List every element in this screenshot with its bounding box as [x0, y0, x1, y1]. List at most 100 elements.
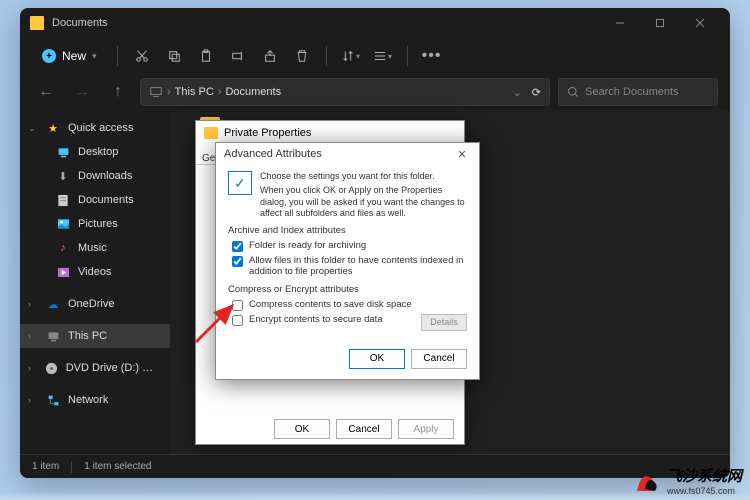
sidebar-thispc[interactable]: › This PC: [20, 324, 170, 348]
sort-icon[interactable]: ▾: [337, 42, 365, 70]
sidebar-item-documents[interactable]: Documents: [20, 188, 170, 212]
sidebar-item-label: Videos: [78, 266, 111, 278]
sidebar-item-pictures[interactable]: Pictures: [20, 212, 170, 236]
sidebar-item-label: Downloads: [78, 170, 132, 182]
desktop-icon: [56, 145, 70, 159]
advanced-title: Advanced Attributes: [224, 148, 322, 160]
sidebar-item-label: OneDrive: [68, 298, 114, 310]
search-input[interactable]: Search Documents: [558, 78, 718, 106]
maximize-button[interactable]: [640, 9, 680, 37]
compress-checkbox[interactable]: Compress contents to save disk space: [232, 299, 467, 311]
addressbar-row: ← → ↑ › This PC › Documents ⌄ ⟳ Search D…: [20, 74, 730, 110]
advanced-buttons: OK Cancel: [216, 343, 479, 379]
sidebar-item-label: DVD Drive (D:) ESD-I: [66, 362, 158, 374]
ok-button[interactable]: OK: [274, 419, 330, 439]
copy-icon[interactable]: [160, 42, 188, 70]
new-button[interactable]: + New ▾: [32, 44, 107, 68]
sidebar-dvd[interactable]: › DVD Drive (D:) ESD-I: [20, 356, 170, 380]
search-placeholder: Search Documents: [585, 86, 679, 98]
advanced-body: ✓ Choose the settings you want for this …: [216, 165, 479, 343]
intro-line2: When you click OK or Apply on the Proper…: [260, 185, 467, 219]
sidebar-network[interactable]: › Network: [20, 388, 170, 412]
expand-icon: ›: [28, 363, 37, 373]
refresh-icon[interactable]: ⟳: [532, 86, 541, 99]
statusbar: 1 item 1 item selected: [20, 454, 730, 478]
breadcrumb-seg[interactable]: Documents: [225, 86, 281, 98]
sidebar-item-downloads[interactable]: ⬇ Downloads: [20, 164, 170, 188]
sidebar-item-videos[interactable]: Videos: [20, 260, 170, 284]
section-title: Compress or Encrypt attributes: [228, 284, 467, 295]
cloud-icon: ☁: [46, 297, 60, 311]
paste-icon[interactable]: [192, 42, 220, 70]
status-selected: 1 item selected: [84, 461, 151, 472]
expand-icon: ›: [28, 299, 38, 309]
breadcrumb-seg[interactable]: This PC: [175, 86, 214, 98]
more-icon[interactable]: •••: [418, 42, 446, 70]
apply-button[interactable]: Apply: [398, 419, 454, 439]
chevron-down-icon: ▾: [92, 51, 97, 62]
folder-icon: [30, 16, 44, 30]
cancel-button[interactable]: Cancel: [411, 349, 467, 369]
forward-button[interactable]: →: [68, 78, 96, 106]
watermark-name: 飞沙系统网: [667, 465, 742, 486]
index-checkbox[interactable]: Allow files in this folder to have conte…: [232, 255, 467, 278]
sidebar-quick-access[interactable]: ⌄ ★ Quick access: [20, 116, 170, 140]
archive-checkbox[interactable]: Folder is ready for archiving: [232, 240, 467, 252]
watermark: 飞沙系统网 www.fs0745.com: [633, 465, 742, 496]
checkbox-input[interactable]: [232, 241, 243, 252]
chevron-icon: ›: [167, 86, 171, 98]
dropdown-icon[interactable]: ⌄: [513, 86, 522, 99]
checkbox-input[interactable]: [232, 315, 243, 326]
up-button[interactable]: ↑: [104, 78, 132, 106]
cut-icon[interactable]: [128, 42, 156, 70]
collapse-icon: ⌄: [28, 123, 38, 134]
downloads-icon: ⬇: [56, 169, 70, 183]
cancel-button[interactable]: Cancel: [336, 419, 392, 439]
close-button[interactable]: [680, 9, 720, 37]
advanced-intro: ✓ Choose the settings you want for this …: [228, 171, 467, 219]
sidebar: ⌄ ★ Quick access Desktop ⬇ Downloads Docu…: [20, 110, 170, 454]
sidebar-item-music[interactable]: ♪Music: [20, 236, 170, 260]
encrypt-checkbox[interactable]: Encrypt contents to secure dataDetails: [232, 314, 467, 331]
sidebar-item-label: Quick access: [68, 122, 133, 134]
watermark-logo: [633, 467, 661, 495]
videos-icon: [56, 265, 70, 279]
sidebar-item-label: This PC: [68, 330, 107, 342]
new-label: New: [62, 49, 86, 63]
archive-section: Archive and Index attributes Folder is r…: [228, 225, 467, 278]
window-title: Documents: [52, 17, 108, 29]
compress-encrypt-section: Compress or Encrypt attributes Compress …: [228, 284, 467, 331]
pc-icon: [149, 85, 163, 99]
minimize-button[interactable]: [600, 9, 640, 37]
back-button[interactable]: ←: [32, 78, 60, 106]
sidebar-item-label: Music: [78, 242, 107, 254]
checkbox-input[interactable]: [232, 256, 243, 267]
details-button[interactable]: Details: [421, 314, 467, 331]
sidebar-onedrive[interactable]: › ☁ OneDrive: [20, 292, 170, 316]
sidebar-item-label: Pictures: [78, 218, 118, 230]
delete-icon[interactable]: [288, 42, 316, 70]
sidebar-item-label: Network: [68, 394, 108, 406]
properties-buttons: OK Cancel Apply: [196, 414, 464, 444]
rename-icon[interactable]: [224, 42, 252, 70]
chevron-icon: ›: [218, 86, 222, 98]
view-icon[interactable]: ▾: [369, 42, 397, 70]
close-button[interactable]: ✕: [453, 145, 471, 163]
checkbox-input[interactable]: [232, 300, 243, 311]
advanced-attributes-dialog: Advanced Attributes ✕ ✓ Choose the setti…: [215, 142, 480, 380]
expand-icon: ›: [28, 395, 38, 405]
section-title: Archive and Index attributes: [228, 225, 467, 236]
disc-icon: [45, 361, 58, 375]
plus-icon: +: [42, 49, 56, 63]
properties-title: Private Properties: [224, 127, 311, 139]
sidebar-item-desktop[interactable]: Desktop: [20, 140, 170, 164]
expand-icon: ›: [28, 331, 38, 341]
toolbar: + New ▾ ▾ ▾ •••: [20, 38, 730, 74]
sidebar-item-label: Desktop: [78, 146, 118, 158]
advanced-titlebar: Advanced Attributes ✕: [216, 143, 479, 165]
share-icon[interactable]: [256, 42, 284, 70]
intro-line1: Choose the settings you want for this fo…: [260, 171, 467, 182]
window-titlebar: Documents: [20, 8, 730, 38]
ok-button[interactable]: OK: [349, 349, 405, 369]
address-bar[interactable]: › This PC › Documents ⌄ ⟳: [140, 78, 550, 106]
